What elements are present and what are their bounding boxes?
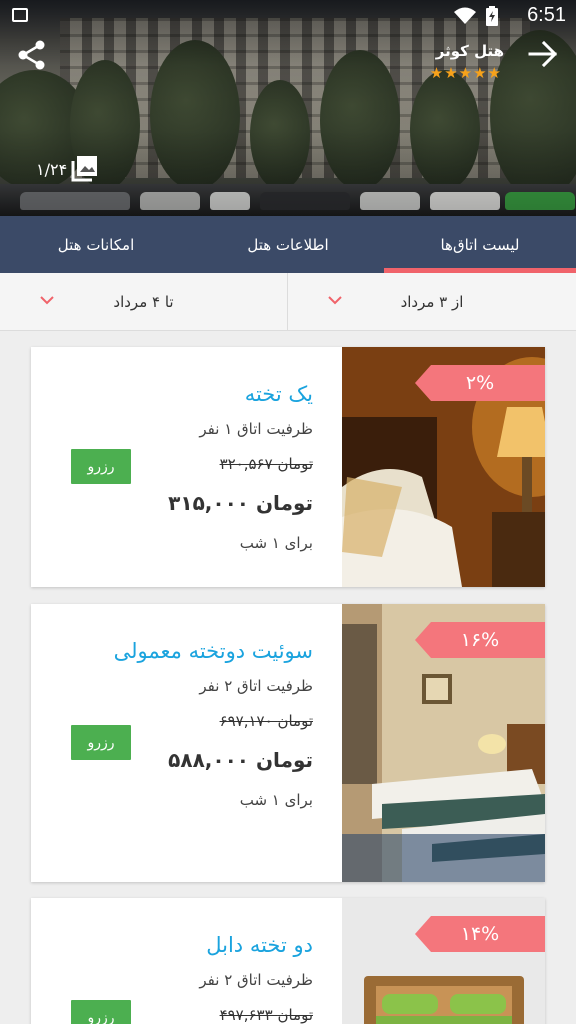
gallery-icon <box>71 156 98 182</box>
status-bar: 6:51 <box>0 0 576 32</box>
room-price: ۳۱۵,۰۰۰ تومان <box>168 491 313 515</box>
room-title: سوئیت دوتخته معمولی <box>113 639 313 663</box>
hotel-name: هتل کوثر <box>435 42 504 60</box>
tab-room-list[interactable]: لیست اتاق‌ها <box>384 216 576 273</box>
room-price-period: برای ۱ شب <box>239 534 313 552</box>
tab-label: امکانات هتل <box>57 235 135 254</box>
room-card[interactable]: ۱۶% سوئیت دوتخته معمولی ظرفیت اتاق ۲ نفر… <box>31 604 545 882</box>
tab-bar: لیست اتاق‌ها اطلاعات هتل امکانات هتل <box>0 216 576 273</box>
room-price-period: برای ۱ شب <box>239 791 313 809</box>
check-out-label: تا ۴ مرداد <box>113 293 174 311</box>
tab-hotel-amenities[interactable]: امکانات هتل <box>0 216 192 273</box>
check-in-label: از ۳ مرداد <box>400 293 464 311</box>
clock: 6:51 <box>527 4 566 26</box>
discount-badge: ۱۴% <box>415 916 545 952</box>
gallery-count: ۱/۲۴ <box>36 159 68 179</box>
chevron-down-icon <box>40 296 54 305</box>
reserve-button[interactable]: رزرو <box>71 449 131 484</box>
reserve-button[interactable]: رزرو <box>71 725 131 760</box>
tab-label: لیست اتاق‌ها <box>440 235 520 254</box>
room-capacity: ظرفیت اتاق ۲ نفر <box>199 677 313 695</box>
room-capacity: ظرفیت اتاق ۱ نفر <box>199 420 313 438</box>
back-arrow-icon[interactable] <box>528 40 558 68</box>
date-filter-bar: از ۳ مرداد تا ۴ مرداد <box>0 273 576 331</box>
gallery-counter[interactable]: ۱/۲۴ <box>36 156 98 182</box>
wifi-icon <box>454 7 476 24</box>
battery-icon <box>486 6 498 26</box>
room-title: یک تخته <box>244 382 313 406</box>
hero-shade <box>0 0 576 216</box>
hotel-star-rating: ★★★★★ <box>429 64 502 82</box>
check-in-date-select[interactable]: از ۳ مرداد <box>288 273 576 331</box>
room-card[interactable]: ۲% یک تخته ظرفیت اتاق ۱ نفر ۳۲۰,۵۶۷ توما… <box>31 347 545 587</box>
tab-hotel-info[interactable]: اطلاعات هتل <box>192 216 384 273</box>
tab-label: اطلاعات هتل <box>247 235 329 254</box>
room-capacity: ظرفیت اتاق ۲ نفر <box>199 971 313 989</box>
discount-badge: ۲% <box>415 365 545 401</box>
share-icon[interactable] <box>18 40 46 70</box>
image-notification-icon <box>12 8 28 22</box>
chevron-down-icon <box>328 296 342 305</box>
room-card[interactable]: ۱۴% دو تخته دابل ظرفیت اتاق ۲ نفر ۴۹۷,۶۳… <box>31 898 545 1024</box>
check-out-date-select[interactable]: تا ۴ مرداد <box>0 273 288 331</box>
reserve-button[interactable]: رزرو <box>71 1000 131 1024</box>
room-title: دو تخته دابل <box>206 933 313 957</box>
discount-badge: ۱۶% <box>415 622 545 658</box>
hotel-hero-image[interactable] <box>0 0 576 216</box>
